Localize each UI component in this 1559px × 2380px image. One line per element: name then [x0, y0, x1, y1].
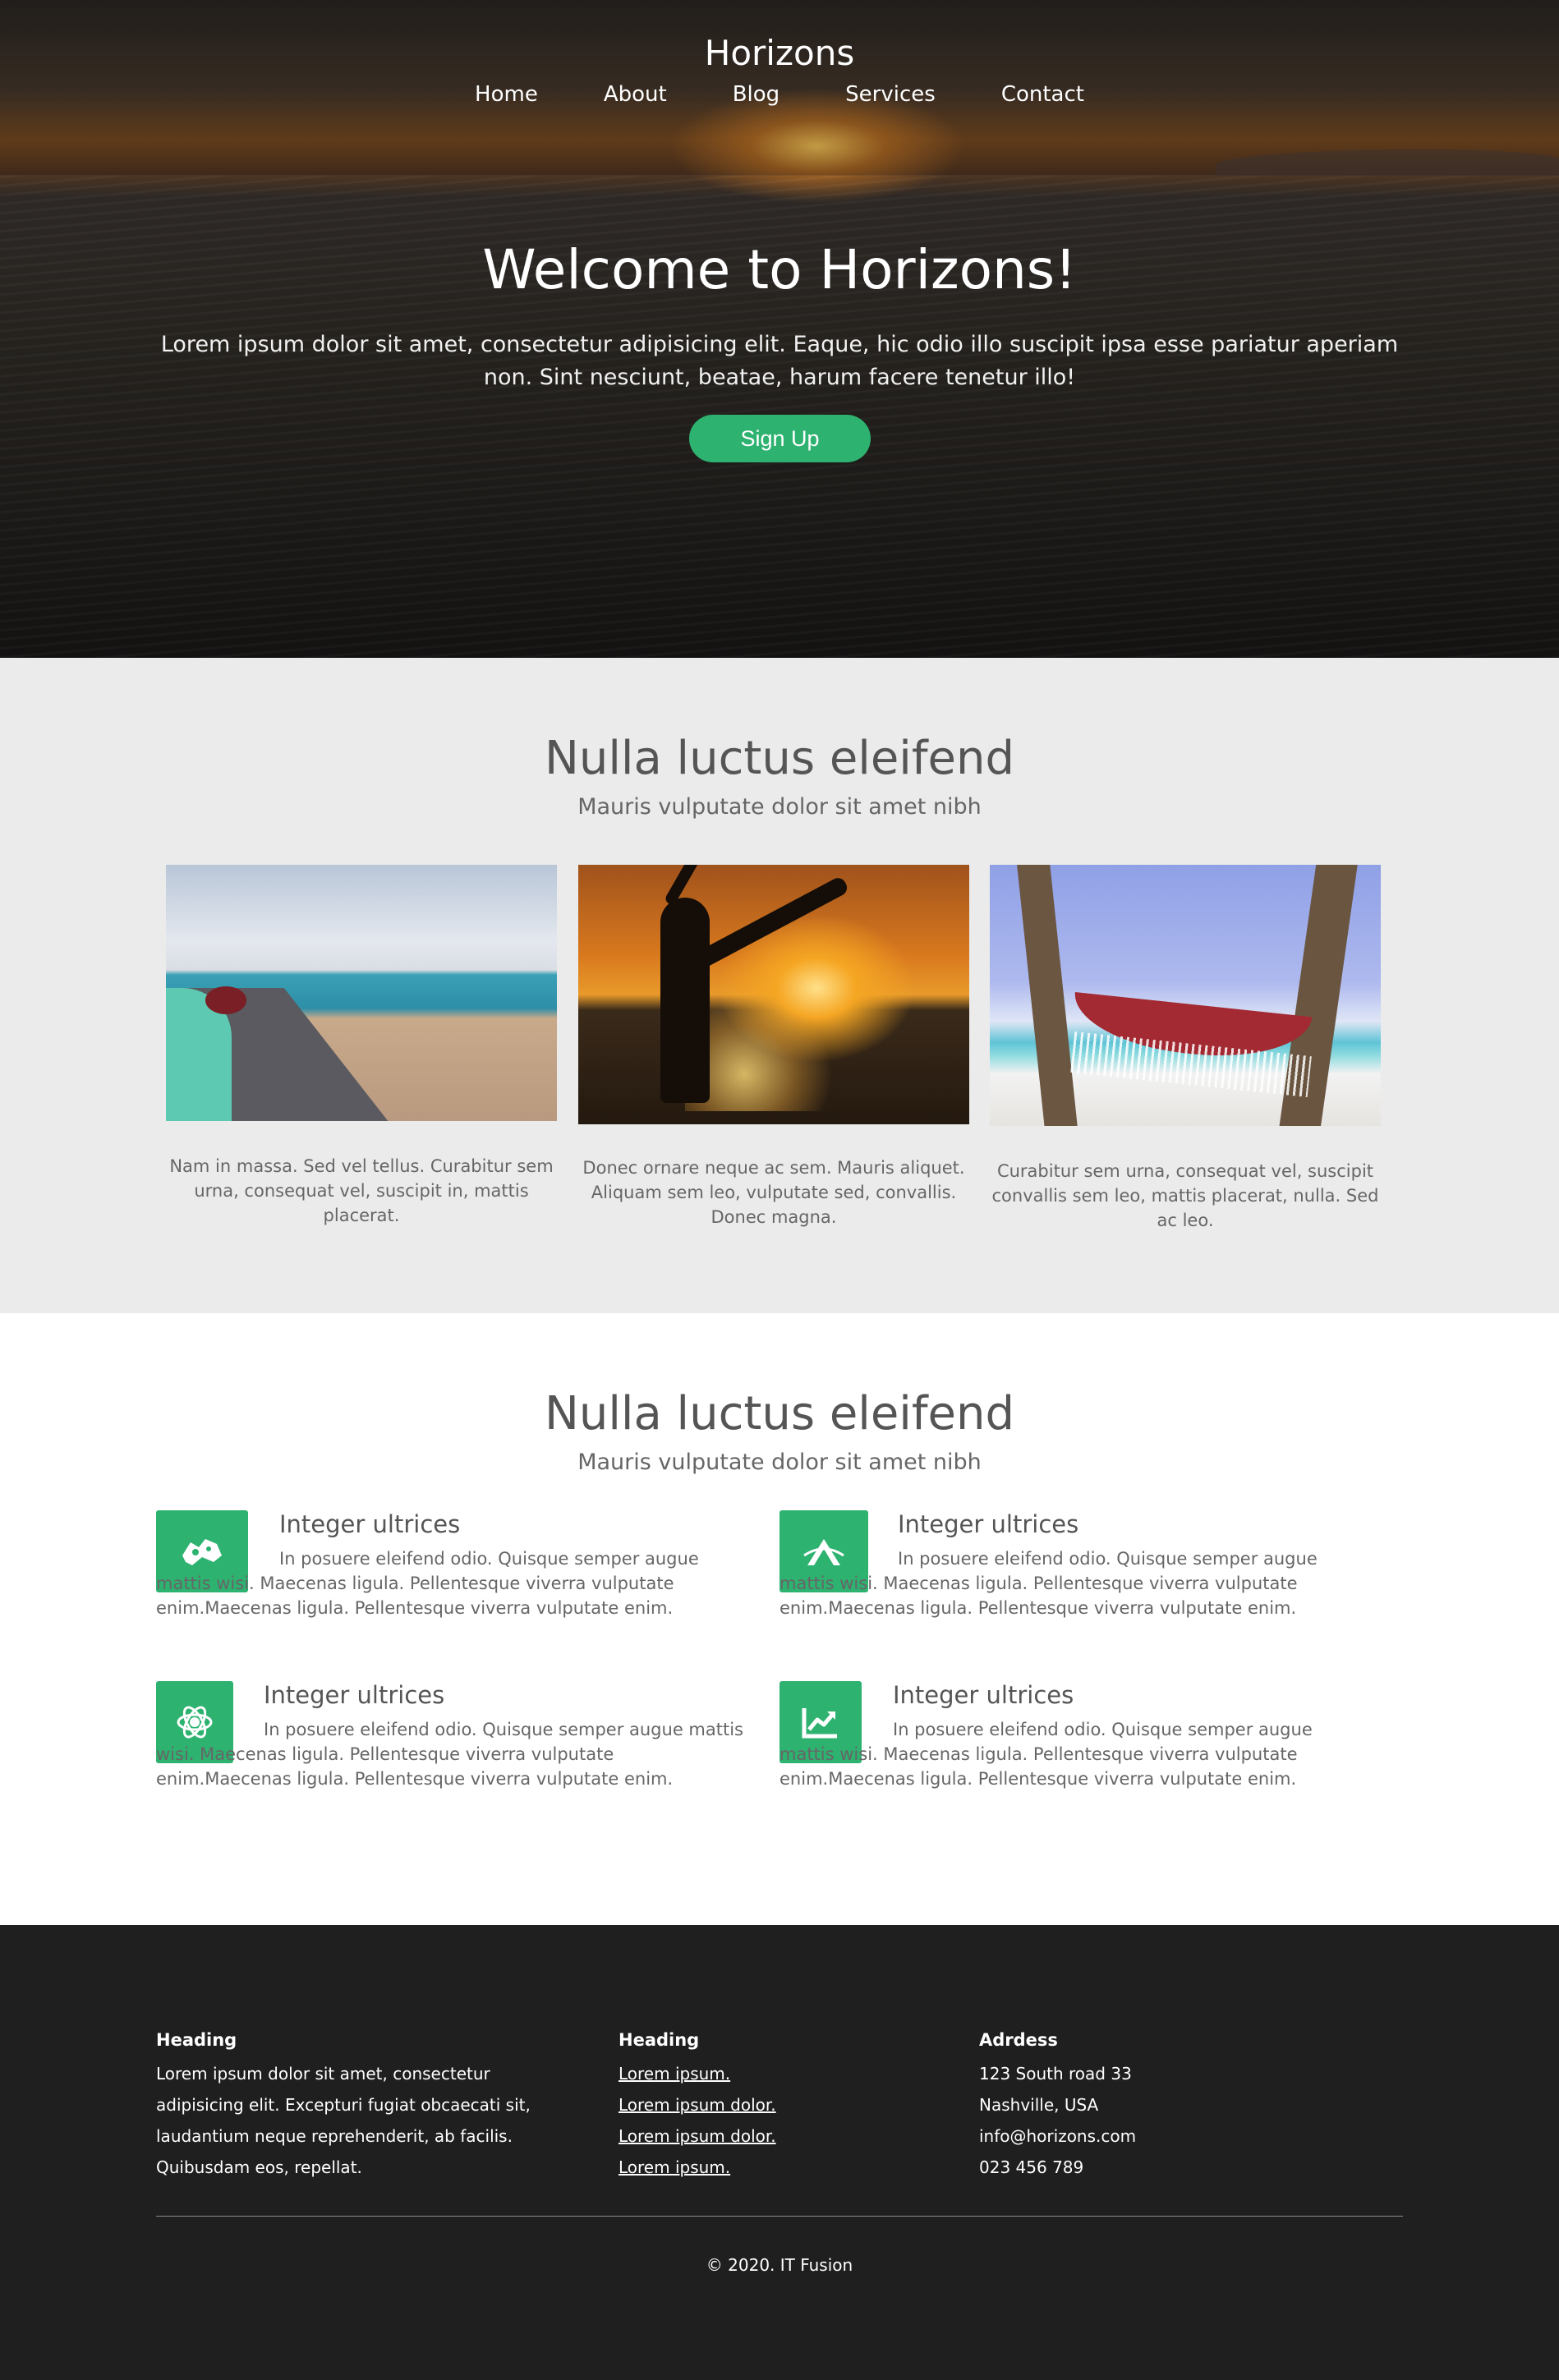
feature-title: Integer ultrices [898, 1510, 1079, 1538]
main-nav: Home About Blog Services Contact [0, 82, 1559, 107]
feature-title: Integer ultrices [893, 1681, 1074, 1709]
nav-home[interactable]: Home [442, 82, 571, 107]
feature-item: Integer ultrices In posuere eleifend odi… [156, 1510, 747, 1658]
address-line: 123 South road 33 [979, 2064, 1132, 2084]
hero-title: Welcome to Horizons! [482, 238, 1077, 301]
footer-links-column: Heading Lorem ipsum. Lorem ipsum dolor. … [619, 2030, 865, 2183]
feature-title: Integer ultrices [264, 1681, 445, 1709]
gallery-subtitle: Mauris vulputate dolor sit amet nibh [577, 794, 982, 820]
gallery-image-road [166, 865, 557, 1121]
palm-trunk [1016, 865, 1078, 1126]
gallery-title: Nulla luctus eleifend [544, 732, 1015, 785]
feature-item: Integer ultrices In posuere eleifend odi… [780, 1681, 1371, 1829]
footer-about-column: Heading Lorem ipsum dolor sit amet, cons… [156, 2030, 542, 2183]
gallery-image-hammock [990, 865, 1381, 1126]
address-line: Nashville, USA [979, 2095, 1099, 2115]
feature-item: Integer ultrices In posuere eleifend odi… [780, 1510, 1371, 1658]
person-silhouette [660, 898, 710, 1103]
email-address[interactable]: info@horizons.com [979, 2120, 1308, 2152]
features-section: Nulla luctus eleifend Mauris vulputate d… [0, 1313, 1559, 1925]
hero-text: Lorem ipsum dolor sit amet, consectetur … [160, 332, 1399, 390]
footer-link[interactable]: Lorem ipsum. [619, 2058, 865, 2089]
footer-link[interactable]: Lorem ipsum. [619, 2152, 865, 2183]
nav-services[interactable]: Services [812, 82, 968, 107]
gallery-card-text: Nam in massa. Sed vel tellus. Curabitur … [169, 1156, 554, 1225]
feature-text: In posuere eleifend odio. Quisque semper… [156, 1549, 699, 1618]
site-brand[interactable]: Horizons [0, 33, 1559, 73]
car-mirror [205, 986, 246, 1014]
footer-about-text: Lorem ipsum dolor sit amet, consectetur … [156, 2064, 531, 2177]
feature-text: In posuere eleifend odio. Quisque semper… [780, 1720, 1313, 1789]
features-subtitle: Mauris vulputate dolor sit amet nibh [577, 1450, 982, 1475]
features-title: Nulla luctus eleifend [544, 1387, 1015, 1440]
footer-heading: Heading [156, 2030, 237, 2050]
feature-item: Integer ultrices In posuere eleifend odi… [156, 1681, 747, 1829]
copyright: © 2020. IT Fusion [706, 2255, 853, 2275]
nav-about[interactable]: About [571, 82, 700, 107]
footer-link[interactable]: Lorem ipsum dolor. [619, 2120, 865, 2152]
feature-title: Integer ultrices [279, 1510, 461, 1538]
footer-divider [156, 2216, 1403, 2217]
nav-blog[interactable]: Blog [700, 82, 812, 107]
footer-link[interactable]: Lorem ipsum dolor. [619, 2089, 865, 2120]
footer-heading: Adrdess [979, 2030, 1058, 2050]
footer-address-column: Adrdess 123 South road 33 Nashville, USA… [979, 2030, 1308, 2183]
phone-number: 023 456 789 [979, 2157, 1084, 2177]
feature-text: In posuere eleifend odio. Quisque semper… [780, 1549, 1318, 1618]
site-footer: Heading Lorem ipsum dolor sit amet, cons… [0, 1925, 1559, 2380]
gallery-section: Nulla luctus eleifend Mauris vulputate d… [0, 658, 1559, 1313]
gallery-image-sunset [578, 865, 969, 1124]
feature-text: In posuere eleifend odio. Quisque semper… [156, 1720, 743, 1789]
hero-section: Horizons Home About Blog Services Contac… [0, 0, 1559, 658]
gallery-card-text: Donec ornare neque ac sem. Mauris alique… [582, 1158, 965, 1227]
footer-heading: Heading [619, 2030, 700, 2050]
nav-contact[interactable]: Contact [968, 82, 1117, 107]
signup-button[interactable]: Sign Up [689, 415, 871, 462]
gallery-card-text: Curabitur sem urna, consequat vel, susci… [991, 1161, 1379, 1230]
